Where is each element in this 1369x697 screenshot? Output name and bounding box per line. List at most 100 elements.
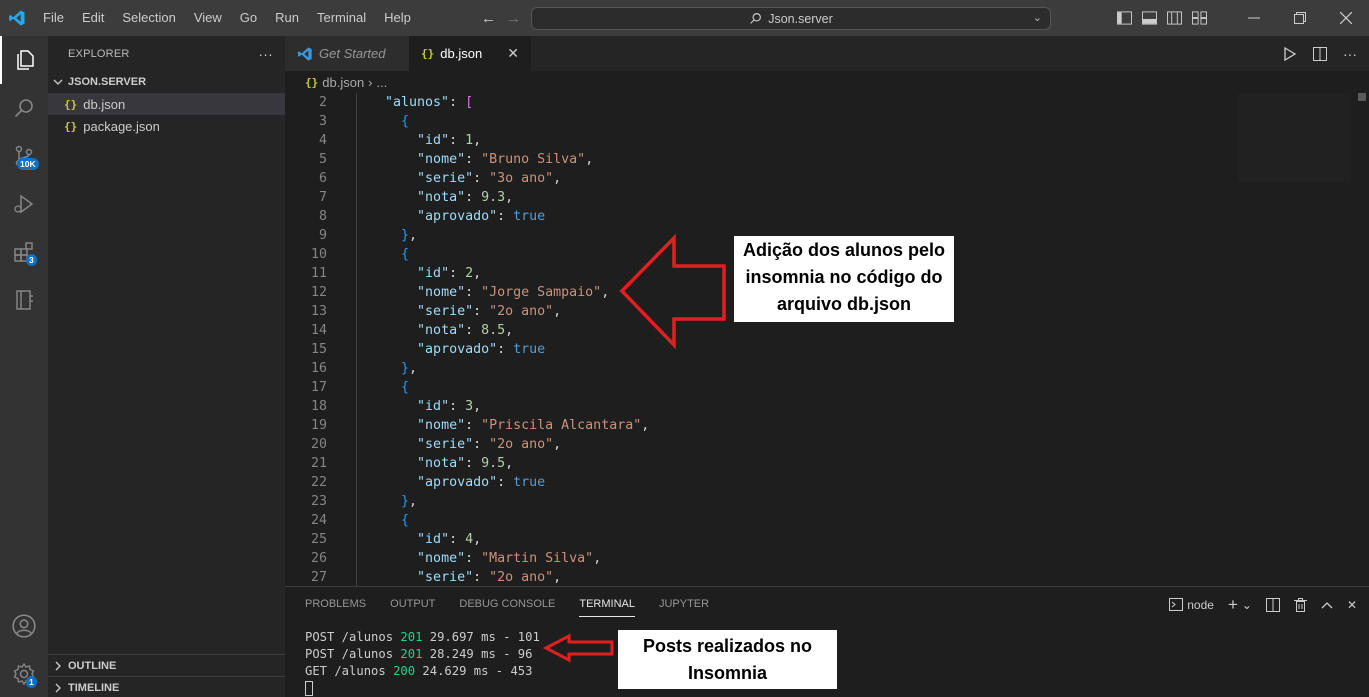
chevron-down-icon[interactable]: ⌄ (1033, 11, 1042, 24)
menu-run[interactable]: Run (266, 0, 308, 36)
trash-icon[interactable] (1293, 597, 1307, 612)
explorer-icon[interactable] (0, 36, 48, 84)
line-number: 11 (310, 266, 327, 281)
menu-edit[interactable]: Edit (73, 0, 113, 36)
file-label: package.json (83, 118, 160, 134)
menu-view[interactable]: View (185, 0, 231, 36)
notebook-icon[interactable] (0, 276, 48, 324)
tab-terminal[interactable]: TERMINAL (567, 587, 647, 622)
chevron-right-icon (52, 682, 64, 694)
line-number: 13 (310, 304, 327, 319)
menu-go[interactable]: Go (231, 0, 266, 36)
line-number: 15 (310, 342, 327, 357)
run-debug-icon[interactable] (0, 180, 48, 228)
tab-output[interactable]: OUTPUT (378, 587, 447, 622)
run-icon[interactable] (1283, 46, 1297, 61)
code-line: 20 "serie": "2o ano", (285, 435, 1351, 454)
callout-line: Insomnia (687, 663, 767, 683)
breadcrumb-rest[interactable]: ... (377, 75, 388, 90)
command-center-label: Json.server (768, 11, 833, 26)
maximize-panel-icon[interactable] (1321, 601, 1333, 609)
forward-arrow-icon[interactable]: → (506, 10, 521, 27)
scrollbar-thumb[interactable] (1358, 93, 1366, 101)
code-line: 14 "nota": 8.5, (285, 321, 1351, 340)
close-tab-icon[interactable]: ✕ (507, 45, 519, 62)
more-actions-icon[interactable]: ··· (1343, 46, 1357, 62)
menu-selection[interactable]: Selection (113, 0, 184, 36)
line-number: 3 (318, 114, 327, 129)
breadcrumb-file[interactable]: db.json (322, 75, 364, 90)
code-line: 26 "nome": "Martin Silva", (285, 549, 1351, 568)
tab-problems[interactable]: PROBLEMS (293, 587, 378, 622)
tab-debug-console[interactable]: DEBUG CONSOLE (447, 587, 567, 622)
callout-line: insomnia no código do (745, 267, 943, 287)
line-number: 17 (310, 380, 327, 395)
toggle-panel-icon[interactable] (1142, 11, 1157, 25)
vscode-small-icon (297, 46, 313, 62)
explorer-header: EXPLORER ··· (48, 36, 285, 71)
layout-controls (1117, 11, 1207, 25)
more-actions-icon[interactable]: ··· (258, 46, 273, 62)
split-editor-icon[interactable] (1313, 46, 1327, 61)
terminal-shell-selector[interactable]: node (1169, 598, 1214, 612)
file-item-package-json[interactable]: {} package.json (48, 115, 285, 137)
code-line: 15 "aprovado": true (285, 340, 1351, 359)
toggle-secondary-sidebar-icon[interactable] (1167, 11, 1182, 25)
tab-jupyter[interactable]: JUPYTER (647, 587, 721, 622)
line-number: 6 (318, 171, 327, 186)
line-number: 26 (310, 551, 327, 566)
customize-layout-icon[interactable] (1117, 11, 1132, 25)
callout-line: Adição dos alunos pelo (742, 240, 946, 260)
source-control-icon[interactable]: 10K (0, 132, 48, 180)
callout-line: arquivo db.json (776, 294, 911, 314)
code-line: 4 "id": 1, (285, 131, 1351, 150)
line-number: 5 (318, 152, 327, 167)
command-center[interactable]: Json.server ⌄ (531, 7, 1051, 30)
menu-terminal[interactable]: Terminal (308, 0, 375, 36)
file-item-db-json[interactable]: {} db.json (48, 93, 285, 115)
minimize-button[interactable] (1231, 0, 1277, 36)
outline-section[interactable]: OUTLINE (48, 654, 285, 676)
close-window-button[interactable] (1323, 0, 1369, 36)
tab-db-json[interactable]: {} db.json ✕ (409, 36, 531, 71)
code-editor[interactable]: 2 "alunos": [3 {4 "id": 1, 5 "nome": "Bru… (285, 93, 1351, 586)
timeline-section[interactable]: TIMELINE (48, 676, 285, 697)
json-file-icon: {} (305, 75, 319, 89)
minimap[interactable] (1238, 93, 1351, 181)
editor-tabs: Get Started {} db.json ✕ ··· (285, 36, 1369, 71)
close-panel-icon[interactable]: ✕ (1347, 598, 1357, 612)
split-terminal-icon[interactable] (1265, 597, 1280, 612)
search-view-icon[interactable] (0, 84, 48, 132)
tab-get-started[interactable]: Get Started (285, 36, 409, 71)
menu-help[interactable]: Help (375, 0, 420, 36)
line-number: 22 (310, 475, 327, 490)
terminal-output[interactable]: POST /alunos 201 29.697 ms - 101 POST /a… (305, 629, 540, 697)
editor-scrollbar[interactable] (1355, 93, 1369, 586)
json-file-icon: {} (64, 97, 78, 111)
navigation-arrows: ← → (481, 0, 521, 36)
red-arrow-left-small-icon (543, 633, 614, 663)
restore-button[interactable] (1277, 0, 1323, 36)
settings-gear-icon[interactable]: 1 (0, 650, 48, 697)
back-arrow-icon[interactable]: ← (481, 10, 496, 27)
chevron-down-icon[interactable]: ⌄ (1242, 598, 1252, 612)
line-number: 21 (310, 456, 327, 471)
json-file-icon: {} (64, 119, 78, 133)
layout-grid-icon[interactable] (1192, 11, 1207, 25)
accounts-icon[interactable] (0, 602, 48, 650)
source-control-badge: 10K (17, 158, 39, 170)
breadcrumb: {} db.json › ... (285, 71, 1369, 93)
code-line: 8 "aprovado": true (285, 207, 1351, 226)
new-terminal-icon[interactable]: + (1228, 595, 1238, 615)
folder-header[interactable]: JSON.SERVER (48, 71, 285, 93)
line-number: 14 (310, 323, 327, 338)
title-bar: File Edit Selection View Go Run Terminal… (0, 0, 1369, 36)
annotation-callout-top: Adição dos alunos pelo insomnia no códig… (734, 236, 954, 322)
code-line: 17 { (285, 378, 1351, 397)
line-number: 20 (310, 437, 327, 452)
menu-file[interactable]: File (34, 0, 73, 36)
terminal-cursor-line (305, 680, 540, 697)
line-number: 19 (310, 418, 327, 433)
code-line: 23 }, (285, 492, 1351, 511)
extensions-icon[interactable]: 3 (0, 228, 48, 276)
